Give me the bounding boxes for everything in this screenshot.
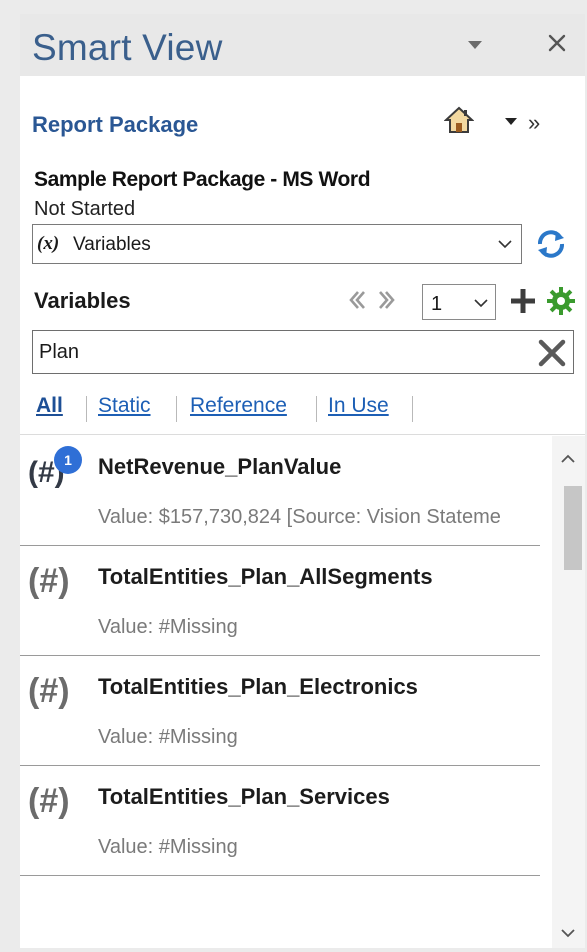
- smart-view-pane: Smart View Report Package » Sample Repor…: [20, 14, 585, 948]
- list-divider: [20, 434, 585, 435]
- variable-name: NetRevenue_PlanValue: [98, 454, 342, 479]
- chevron-down-icon: [473, 296, 489, 310]
- list-item[interactable]: (#) 1 NetRevenue_PlanValue Value: $157,7…: [20, 436, 552, 546]
- plus-icon[interactable]: [508, 286, 538, 316]
- home-icon[interactable]: [443, 106, 475, 134]
- variable-value: Value: $157,730,824 [Source: Vision Stat…: [98, 506, 501, 528]
- chevron-right-double-icon[interactable]: [376, 288, 400, 312]
- report-package-row: Report Package »: [32, 100, 572, 138]
- pane-title: Smart View: [32, 27, 223, 68]
- package-name: Sample Report Package - MS Word: [34, 168, 371, 191]
- list-item[interactable]: (#) TotalEntities_Plan_AllSegments Value…: [20, 546, 552, 656]
- variable-value: Value: #Missing: [98, 836, 238, 858]
- filter-in-use[interactable]: In Use: [328, 394, 389, 418]
- clear-x-icon[interactable]: [535, 336, 569, 370]
- list-item[interactable]: (#) TotalEntities_Plan_Services Value: #…: [20, 766, 552, 876]
- scroll-thumb[interactable]: [564, 486, 582, 570]
- report-package-link[interactable]: Report Package: [32, 112, 198, 138]
- caret-down-icon[interactable]: [502, 112, 520, 130]
- variables-heading: Variables: [34, 288, 131, 313]
- variables-dropdown[interactable]: (x) Variables: [32, 224, 522, 264]
- close-icon[interactable]: [542, 28, 572, 58]
- gear-icon[interactable]: [546, 286, 576, 316]
- numeric-variable-icon: (#): [28, 562, 70, 600]
- filter-bar: All Static Reference In Use: [36, 394, 576, 424]
- package-status: Not Started: [34, 198, 136, 220]
- page-select[interactable]: 1: [422, 284, 496, 320]
- refresh-icon[interactable]: [534, 228, 568, 260]
- scroll-down-icon[interactable]: [560, 926, 576, 938]
- page-select-value: 1: [431, 293, 443, 315]
- double-chevron-right-icon[interactable]: »: [528, 110, 562, 135]
- chevron-down-icon: [497, 237, 513, 251]
- numeric-variable-icon: (#): [28, 672, 70, 710]
- list-item[interactable]: (#) TotalEntities_Plan_Electronics Value…: [20, 656, 552, 766]
- filter-divider: [176, 396, 177, 422]
- filter-all[interactable]: All: [36, 394, 63, 418]
- variable-x-icon: (x): [37, 233, 60, 254]
- variable-value: Value: #Missing: [98, 726, 238, 748]
- numeric-variable-icon: (#): [28, 782, 70, 820]
- triangle-down-icon[interactable]: [464, 34, 486, 56]
- variables-dropdown-value: Variables: [73, 234, 151, 255]
- filter-divider: [86, 396, 87, 422]
- search-input-value: Plan: [39, 341, 80, 363]
- scroll-up-icon[interactable]: [560, 452, 576, 464]
- item-divider: [20, 875, 540, 876]
- variable-name: TotalEntities_Plan_Services: [98, 784, 390, 809]
- pane-titlebar: Smart View: [20, 14, 585, 76]
- filter-divider: [412, 396, 413, 422]
- filter-divider: [316, 396, 317, 422]
- filter-static[interactable]: Static: [98, 394, 151, 418]
- variable-name: TotalEntities_Plan_Electronics: [98, 674, 418, 699]
- count-badge: 1: [54, 446, 82, 474]
- filter-reference[interactable]: Reference: [190, 394, 287, 418]
- chevron-left-double-icon[interactable]: [344, 288, 368, 312]
- list-scrollbar[interactable]: [552, 436, 585, 948]
- search-input[interactable]: Plan: [32, 330, 574, 374]
- variable-list: (#) 1 NetRevenue_PlanValue Value: $157,7…: [20, 436, 552, 948]
- variable-value: Value: #Missing: [98, 616, 238, 638]
- variable-name: TotalEntities_Plan_AllSegments: [98, 564, 433, 589]
